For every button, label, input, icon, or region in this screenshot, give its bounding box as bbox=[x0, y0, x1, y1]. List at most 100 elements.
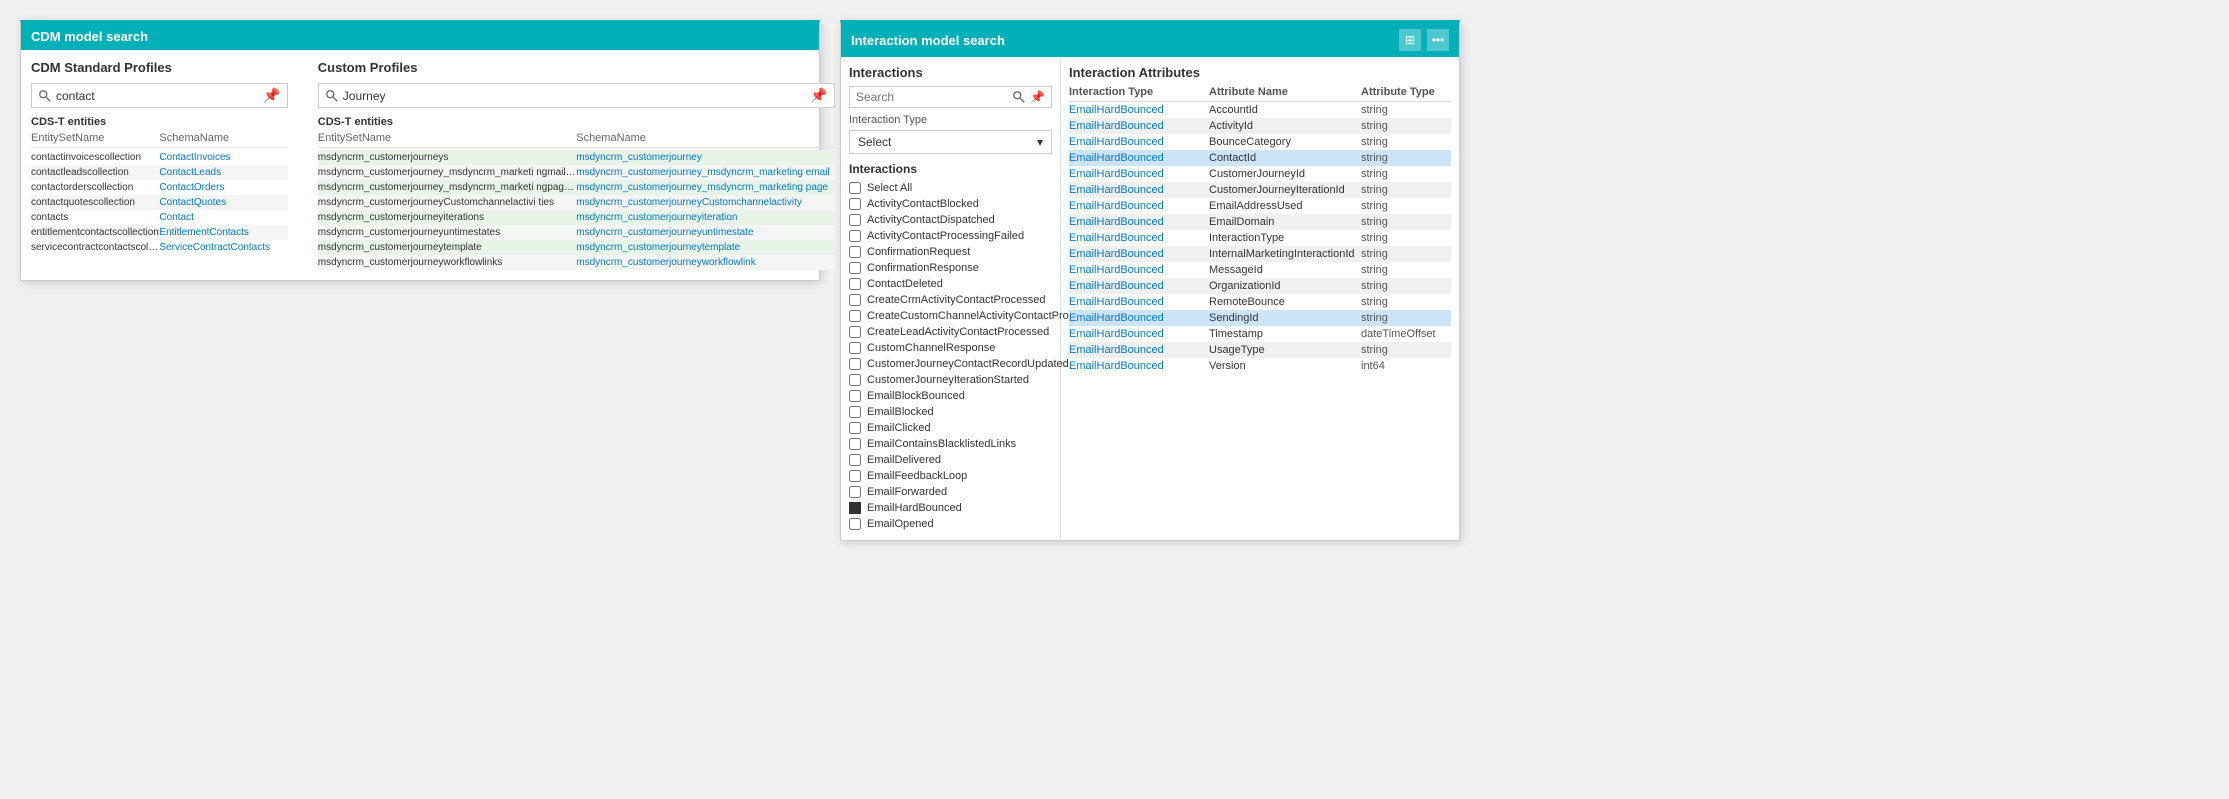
table-row[interactable]: EmailHardBouncedMessageIdstring bbox=[1069, 262, 1451, 278]
table-row[interactable]: msdyncrm_customerjourneyCustomchannelact… bbox=[318, 195, 835, 210]
list-item[interactable]: EmailBlocked bbox=[849, 404, 1052, 420]
checkboxes-container: Select AllActivityContactBlockedActivity… bbox=[849, 180, 1052, 532]
checkbox-input[interactable] bbox=[849, 278, 861, 290]
table-row[interactable]: EmailHardBouncedContactIdstring bbox=[1069, 150, 1451, 166]
table-row[interactable]: msdyncrm_customerjourneyiterationsmsdync… bbox=[318, 210, 835, 225]
table-row[interactable]: contactleadscollectionContactLeads bbox=[31, 165, 288, 180]
table-row[interactable]: servicecontractcontactscollectionService… bbox=[31, 240, 288, 255]
checkbox-input[interactable] bbox=[849, 374, 861, 386]
cdm-right-search-box[interactable]: 📌 bbox=[318, 83, 835, 108]
interaction-header: Interaction model search ⊞ ••• bbox=[841, 23, 1459, 57]
checkbox-input[interactable] bbox=[849, 358, 861, 370]
checkbox-input[interactable] bbox=[849, 214, 861, 226]
table-row[interactable]: entitlementcontactscollectionEntitlement… bbox=[31, 225, 288, 240]
checkbox-input[interactable] bbox=[849, 246, 861, 258]
table-row[interactable]: EmailHardBouncedAccountIdstring bbox=[1069, 102, 1451, 118]
checkbox-input[interactable] bbox=[849, 294, 861, 306]
list-item[interactable]: CreateLeadActivityContactProcessed bbox=[849, 324, 1052, 340]
table-row[interactable]: EmailHardBouncedOrganizationIdstring bbox=[1069, 278, 1451, 294]
right-rows-container: msdyncrm_customerjourneysmsdyncrm_custom… bbox=[318, 150, 835, 270]
table-row[interactable]: msdyncrm_customerjourney_msdyncrm_market… bbox=[318, 165, 835, 180]
list-item[interactable]: EmailOpened bbox=[849, 516, 1052, 532]
checkbox-input[interactable] bbox=[849, 310, 861, 322]
table-row[interactable]: EmailHardBouncedSendingIdstring bbox=[1069, 310, 1451, 326]
search-icon-interaction bbox=[1012, 90, 1026, 104]
left-rows-container: contactinvoicescollectionContactInvoices… bbox=[31, 150, 288, 255]
checkbox-input[interactable] bbox=[849, 198, 861, 210]
table-row[interactable]: EmailHardBouncedVersionint64 bbox=[1069, 358, 1451, 374]
interaction-type-select[interactable]: Select ▾ bbox=[849, 130, 1052, 154]
list-item[interactable]: EmailContainsBlacklistedLinks bbox=[849, 436, 1052, 452]
list-item[interactable]: EmailClicked bbox=[849, 420, 1052, 436]
cdm-left-search-input[interactable] bbox=[56, 89, 259, 103]
checkbox-input[interactable] bbox=[849, 182, 861, 194]
table-row[interactable]: EmailHardBouncedInternalMarketingInterac… bbox=[1069, 246, 1451, 262]
checkbox-input[interactable] bbox=[849, 262, 861, 274]
attr-col-atype-header: Attribute Type bbox=[1361, 86, 1451, 98]
list-item[interactable]: CustomerJourneyIterationStarted bbox=[849, 372, 1052, 388]
checkbox-input[interactable] bbox=[849, 470, 861, 482]
checkbox-input[interactable] bbox=[849, 406, 861, 418]
cdm-right-section: Custom Profiles 📌 CDS-T entities EntityS… bbox=[318, 60, 835, 270]
table-row[interactable]: EmailHardBouncedActivityIdstring bbox=[1069, 118, 1451, 134]
select-label: Select bbox=[858, 135, 891, 149]
checkbox-input[interactable] bbox=[849, 326, 861, 338]
cdm-left-search-box[interactable]: 📌 bbox=[31, 83, 288, 108]
table-row[interactable]: EmailHardBouncedEmailDomainstring bbox=[1069, 214, 1451, 230]
col-schema-header-left: SchemaName bbox=[159, 132, 287, 144]
pin-icon-left[interactable]: 📌 bbox=[263, 87, 280, 104]
list-item[interactable]: ActivityContactDispatched bbox=[849, 212, 1052, 228]
list-item[interactable]: ContactDeleted bbox=[849, 276, 1052, 292]
table-row[interactable]: msdyncrm_customerjourneyuntimestatesmsdy… bbox=[318, 225, 835, 240]
table-row[interactable]: EmailHardBouncedEmailAddressUsedstring bbox=[1069, 198, 1451, 214]
list-item[interactable]: Select All bbox=[849, 180, 1052, 196]
list-item[interactable]: EmailFeedbackLoop bbox=[849, 468, 1052, 484]
cdm-right-search-input[interactable] bbox=[343, 89, 806, 103]
table-row[interactable]: contactsContact bbox=[31, 210, 288, 225]
list-item[interactable]: CreateCrmActivityContactProcessed bbox=[849, 292, 1052, 308]
pin-icon-interaction[interactable]: 📌 bbox=[1030, 90, 1045, 104]
attr-table: Interaction Type Attribute Name Attribut… bbox=[1069, 86, 1451, 374]
list-item[interactable]: EmailBlockBounced bbox=[849, 388, 1052, 404]
checkbox-input[interactable] bbox=[849, 230, 861, 242]
header-icon-table[interactable]: ⊞ bbox=[1399, 29, 1421, 51]
table-row[interactable]: EmailHardBouncedBounceCategorystring bbox=[1069, 134, 1451, 150]
table-row[interactable]: EmailHardBouncedUsageTypestring bbox=[1069, 342, 1451, 358]
table-row[interactable]: msdyncrm_customerjourneysmsdyncrm_custom… bbox=[318, 150, 835, 165]
checkbox-input[interactable] bbox=[849, 422, 861, 434]
checkbox-input[interactable] bbox=[849, 518, 861, 530]
list-item[interactable]: ConfirmationResponse bbox=[849, 260, 1052, 276]
list-item[interactable]: CustomerJourneyContactRecordUpdated bbox=[849, 356, 1052, 372]
checkbox-input[interactable] bbox=[849, 486, 861, 498]
list-item[interactable]: EmailForwarded bbox=[849, 484, 1052, 500]
col-schema-header-right: SchemaName bbox=[576, 132, 834, 144]
checkbox-input[interactable] bbox=[849, 454, 861, 466]
table-row[interactable]: EmailHardBouncedInteractionTypestring bbox=[1069, 230, 1451, 246]
list-item[interactable]: ConfirmationRequest bbox=[849, 244, 1052, 260]
table-row[interactable]: msdyncrm_customerjourneytemplatemsdyncrm… bbox=[318, 240, 835, 255]
table-row[interactable]: EmailHardBouncedCustomerJourneyIdstring bbox=[1069, 166, 1451, 182]
list-item[interactable]: CreateCustomChannelActivityContactProc..… bbox=[849, 308, 1052, 324]
table-row[interactable]: EmailHardBouncedCustomerJourneyIteration… bbox=[1069, 182, 1451, 198]
table-row[interactable]: msdyncrm_customerjourney_msdyncrm_market… bbox=[318, 180, 835, 195]
header-icon-more[interactable]: ••• bbox=[1427, 29, 1449, 51]
interaction-type-label: Interaction Type bbox=[849, 114, 1052, 126]
checkbox-input[interactable] bbox=[849, 390, 861, 402]
table-row[interactable]: contactorderscollectionContactOrders bbox=[31, 180, 288, 195]
list-item[interactable]: CustomChannelResponse bbox=[849, 340, 1052, 356]
table-row[interactable]: contactquotescollectionContactQuotes bbox=[31, 195, 288, 210]
table-row[interactable]: contactinvoicescollectionContactInvoices bbox=[31, 150, 288, 165]
interaction-search-input[interactable] bbox=[856, 90, 1012, 104]
table-row[interactable]: msdyncrm_customerjourneyworkflowlinksmsd… bbox=[318, 255, 835, 270]
pin-icon-right[interactable]: 📌 bbox=[810, 87, 827, 104]
interaction-search-box[interactable]: 📌 bbox=[849, 86, 1052, 108]
list-item[interactable]: EmailHardBounced bbox=[849, 500, 1052, 516]
filled-checkbox bbox=[849, 502, 861, 514]
table-row[interactable]: EmailHardBouncedTimestampdateTimeOffset bbox=[1069, 326, 1451, 342]
checkbox-input[interactable] bbox=[849, 342, 861, 354]
checkbox-input[interactable] bbox=[849, 438, 861, 450]
list-item[interactable]: ActivityContactProcessingFailed bbox=[849, 228, 1052, 244]
list-item[interactable]: EmailDelivered bbox=[849, 452, 1052, 468]
table-row[interactable]: EmailHardBouncedRemoteBouncestring bbox=[1069, 294, 1451, 310]
list-item[interactable]: ActivityContactBlocked bbox=[849, 196, 1052, 212]
